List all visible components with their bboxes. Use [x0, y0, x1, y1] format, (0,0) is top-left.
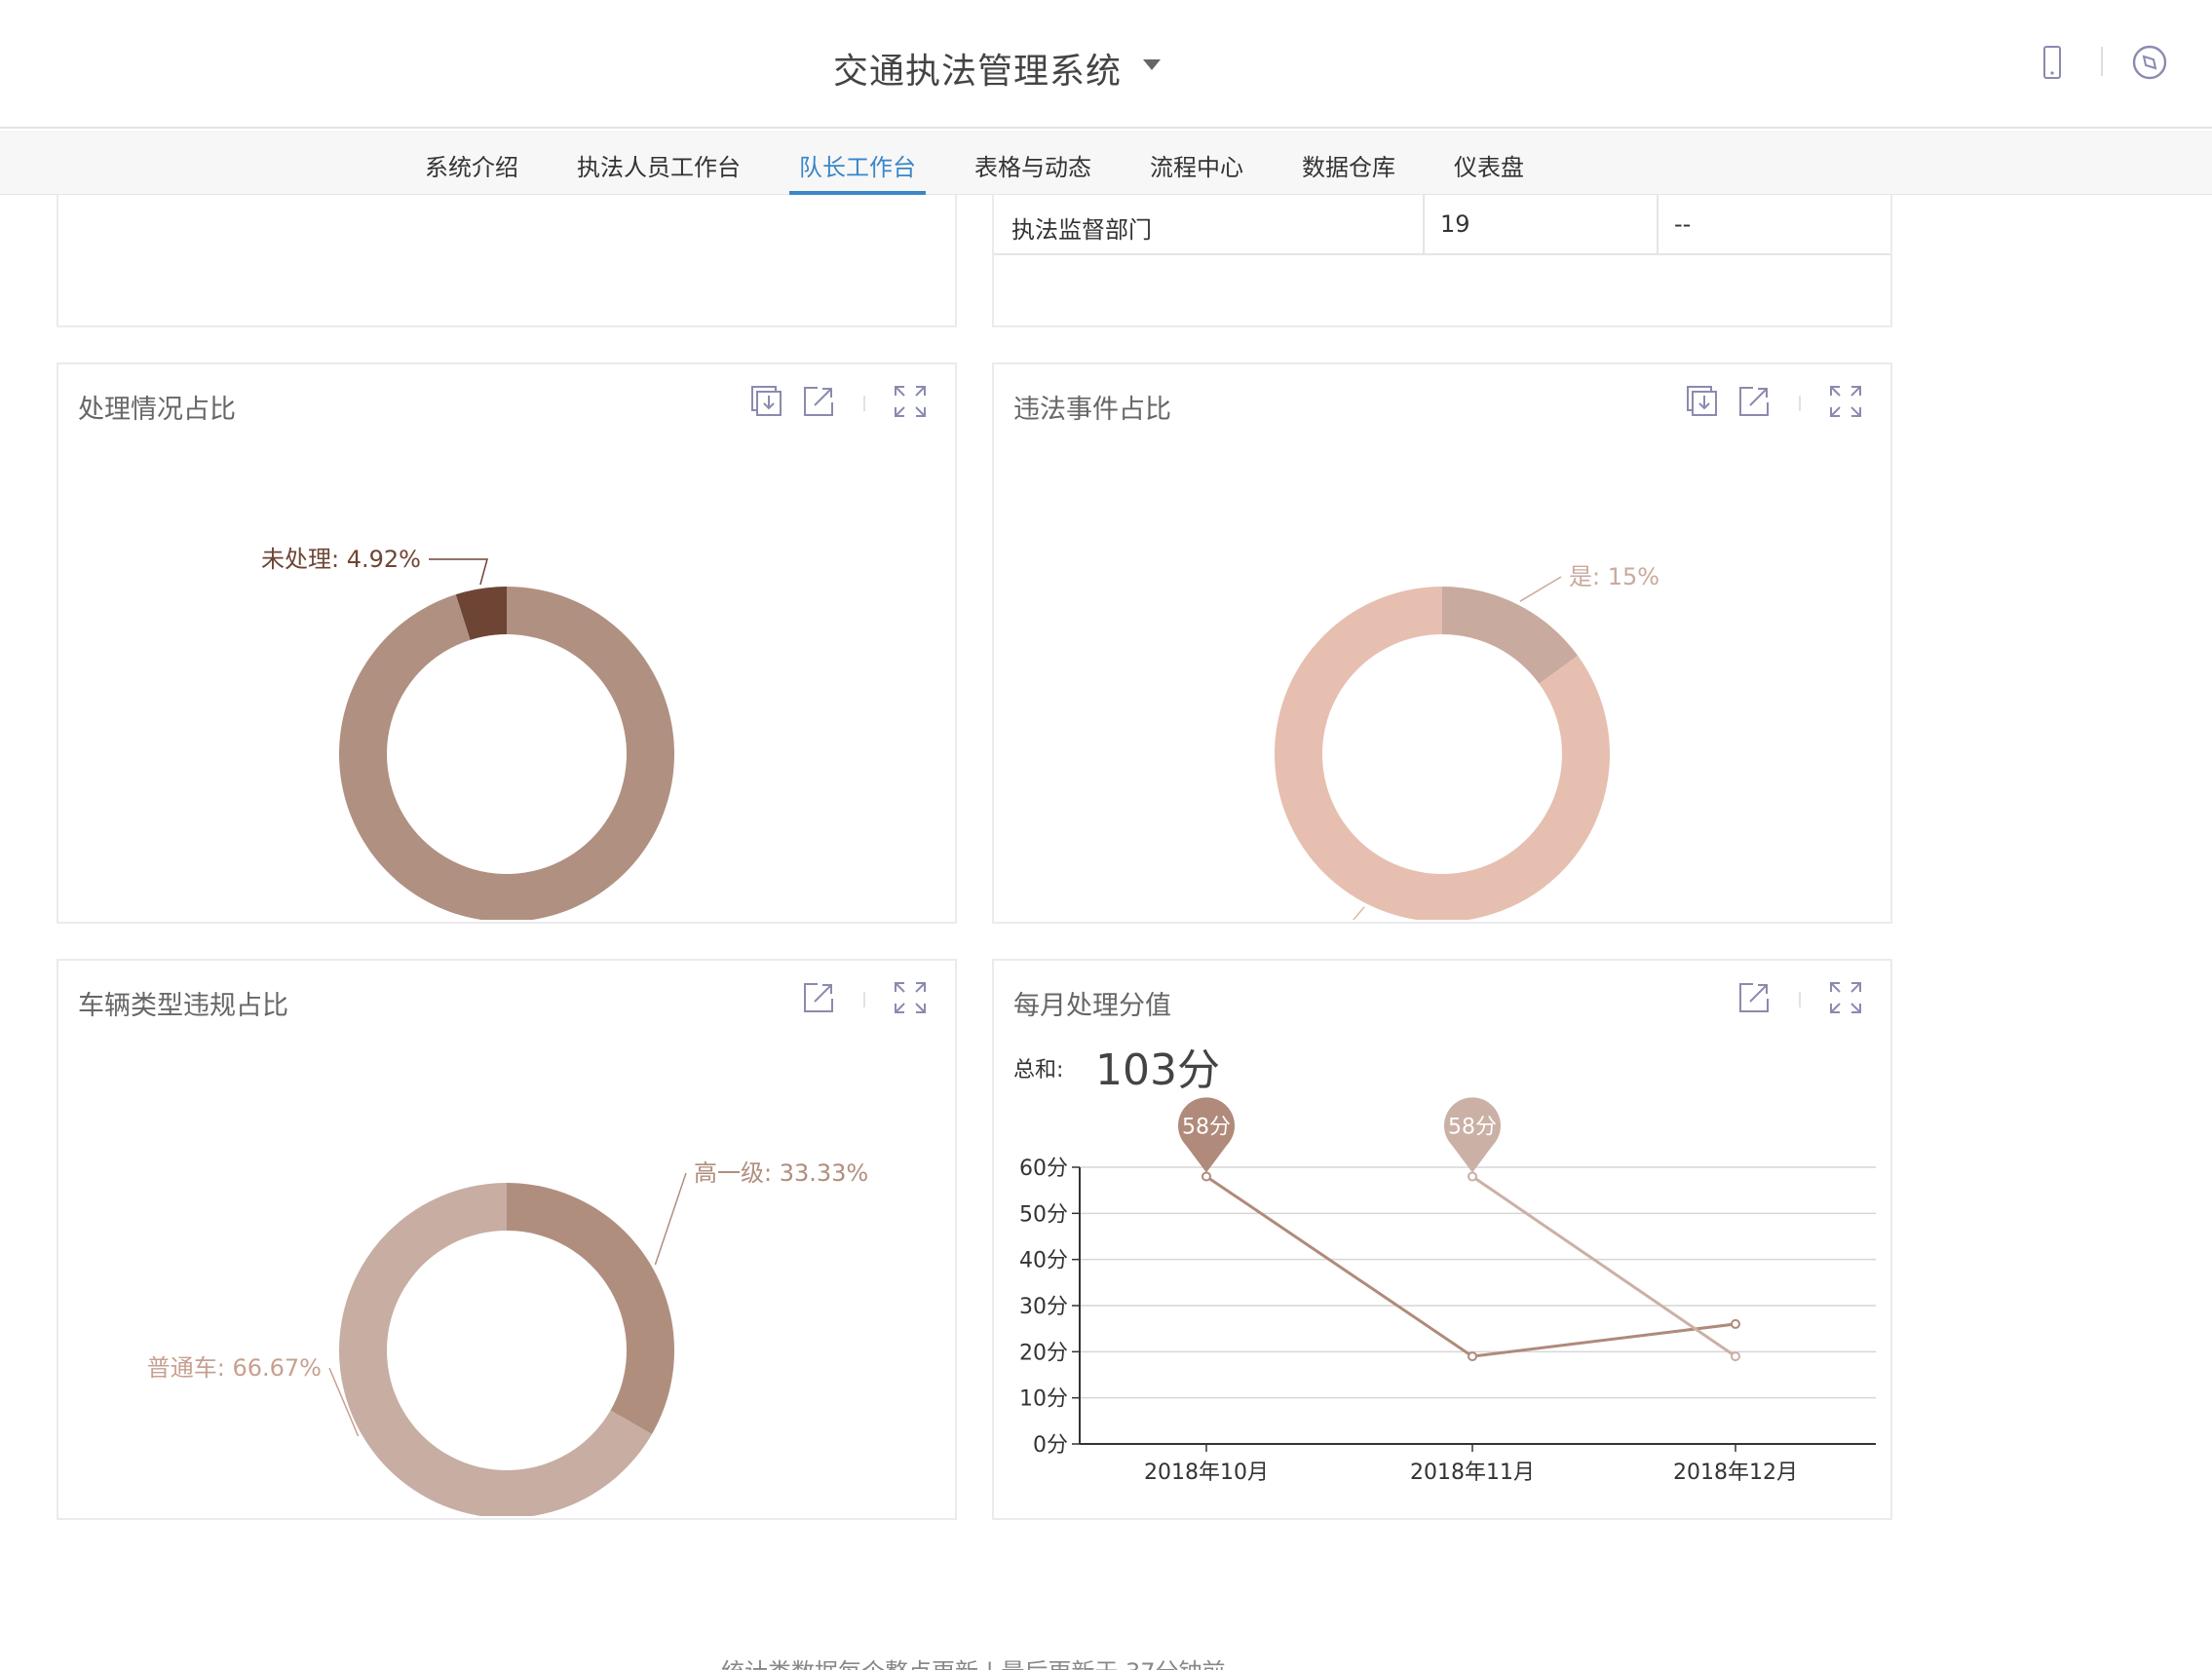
main-nav: 系统介绍 执法人员工作台 队长工作台 表格与动态 流程中心 数据仓库 仪表盘: [0, 131, 2212, 195]
data-point[interactable]: [1468, 1351, 1477, 1362]
series-line: [1471, 1175, 1736, 1358]
table-cell-count: 19: [1440, 210, 1470, 238]
panel-title: 违法事件占比: [1013, 395, 1171, 425]
fullscreen-icon[interactable]: [893, 384, 928, 419]
pie-slice-label: 未处理: 4.92%: [261, 546, 421, 573]
data-point[interactable]: [1201, 1171, 1211, 1182]
download-icon[interactable]: [748, 384, 783, 419]
external-link-icon[interactable]: [1736, 384, 1772, 419]
sum-label: 总和:: [1013, 1058, 1064, 1082]
max-marker-label: 58分: [1448, 1115, 1497, 1139]
y-tick-label: 30分: [1019, 1295, 1068, 1319]
pie-slice-label: 普通车: 66.67%: [147, 1354, 322, 1382]
leader-line: [429, 558, 488, 586]
series-line: [1205, 1175, 1736, 1358]
panel-title: 车辆类型违规占比: [78, 991, 288, 1021]
y-tick-label: 20分: [1019, 1341, 1068, 1365]
top-right-panel: 执法监督部门 19 --: [992, 195, 1892, 327]
tab-captain-workbench[interactable]: 队长工作台: [799, 148, 916, 182]
external-link-icon[interactable]: [1736, 980, 1772, 1015]
top-left-panel: [57, 195, 957, 327]
mobile-icon[interactable]: [2033, 43, 2072, 82]
fullscreen-icon[interactable]: [1828, 384, 1863, 419]
fullscreen-icon[interactable]: [1828, 980, 1863, 1015]
toolbar-divider: [1799, 992, 1801, 1007]
tab-data-warehouse[interactable]: 数据仓库: [1302, 148, 1395, 182]
y-tick-label: 10分: [1019, 1387, 1068, 1412]
x-tick-label: 2018年12月: [1673, 1461, 1798, 1485]
y-tick-label: 60分: [1019, 1157, 1068, 1181]
toolbar-divider: [863, 992, 865, 1007]
tab-dashboard[interactable]: 仪表盘: [1454, 148, 1524, 182]
data-point[interactable]: [1731, 1318, 1740, 1329]
leader-line: [1519, 576, 1562, 602]
table-divider: [1657, 195, 1659, 255]
y-tick-label: 50分: [1019, 1202, 1068, 1227]
table-cell-department: 执法监督部门: [1011, 216, 1152, 244]
table-row: 执法监督部门 19 --: [994, 195, 1890, 255]
external-link-icon[interactable]: [801, 980, 836, 1015]
toolbar-divider: [1799, 396, 1801, 411]
leader-line: [654, 1172, 687, 1266]
leader-line: [1352, 906, 1365, 920]
download-icon[interactable]: [1684, 384, 1719, 419]
x-tick-label: 2018年11月: [1410, 1461, 1535, 1485]
compass-icon[interactable]: [2130, 43, 2169, 82]
sum-value: 103分: [1095, 1045, 1220, 1095]
tab-system-intro[interactable]: 系统介绍: [425, 148, 518, 182]
panel-title: 处理情况占比: [78, 395, 236, 425]
pie-chart-violation: 是: 15%否: 85%: [1275, 563, 1659, 920]
x-tick-label: 2018年10月: [1144, 1461, 1269, 1485]
y-tick-label: 40分: [1019, 1249, 1068, 1273]
panel-title: 每月处理分值: [1013, 991, 1171, 1021]
toolbar-divider: [863, 396, 865, 411]
data-point[interactable]: [1468, 1171, 1477, 1182]
monthly-score-panel: 每月处理分值 总和: 103分 0分 10分 20分 30分 40分 50分 60分 2018…: [992, 959, 1892, 1520]
y-tick-label: 0分: [1033, 1433, 1068, 1458]
processing-ratio-panel: 处理情况占比 未处理: 4.92%已处理: 95.08%: [57, 362, 957, 924]
pie-slice[interactable]: [339, 587, 674, 920]
table-cell-extra: --: [1674, 210, 1692, 238]
max-marker-label: 58分: [1182, 1115, 1231, 1139]
pie-slice-label: 高一级: 33.33%: [694, 1159, 868, 1187]
fullscreen-icon[interactable]: [893, 980, 928, 1015]
app-title[interactable]: 交通执法管理系统: [833, 43, 1122, 94]
pie-chart-processing: 未处理: 4.92%已处理: 95.08%: [261, 546, 674, 920]
header-divider: [2101, 47, 2103, 76]
pie-slice[interactable]: [1442, 587, 1579, 684]
chevron-down-icon[interactable]: [1143, 59, 1161, 70]
update-note: 统计类数据每个整点更新 | 最后更新于 37分钟前: [721, 1652, 1226, 1670]
pie-slice[interactable]: [507, 1183, 674, 1434]
pie-slice-label: 是: 15%: [1569, 563, 1659, 590]
tab-officer-workbench[interactable]: 执法人员工作台: [577, 148, 741, 182]
data-point[interactable]: [1731, 1351, 1740, 1362]
pie-chart-vehicle: 高一级: 33.33% 普通车: 66.67%: [147, 1159, 868, 1516]
line-chart-monthly: 0分 10分 20分 30分 40分 50分 60分 2018年10月 2018年11月 2018…: [1019, 1097, 1876, 1485]
table-divider: [1423, 195, 1425, 255]
violation-ratio-panel: 违法事件占比 是: 15%否: 85%: [992, 362, 1892, 924]
external-link-icon[interactable]: [801, 384, 836, 419]
app-header: 交通执法管理系统: [0, 0, 2212, 129]
tab-process-center[interactable]: 流程中心: [1150, 148, 1243, 182]
tab-tables-dynamics[interactable]: 表格与动态: [974, 148, 1091, 182]
vehicle-type-panel: 车辆类型违规占比 高一级: 33.33% 普通车: 66.67%: [57, 959, 957, 1520]
